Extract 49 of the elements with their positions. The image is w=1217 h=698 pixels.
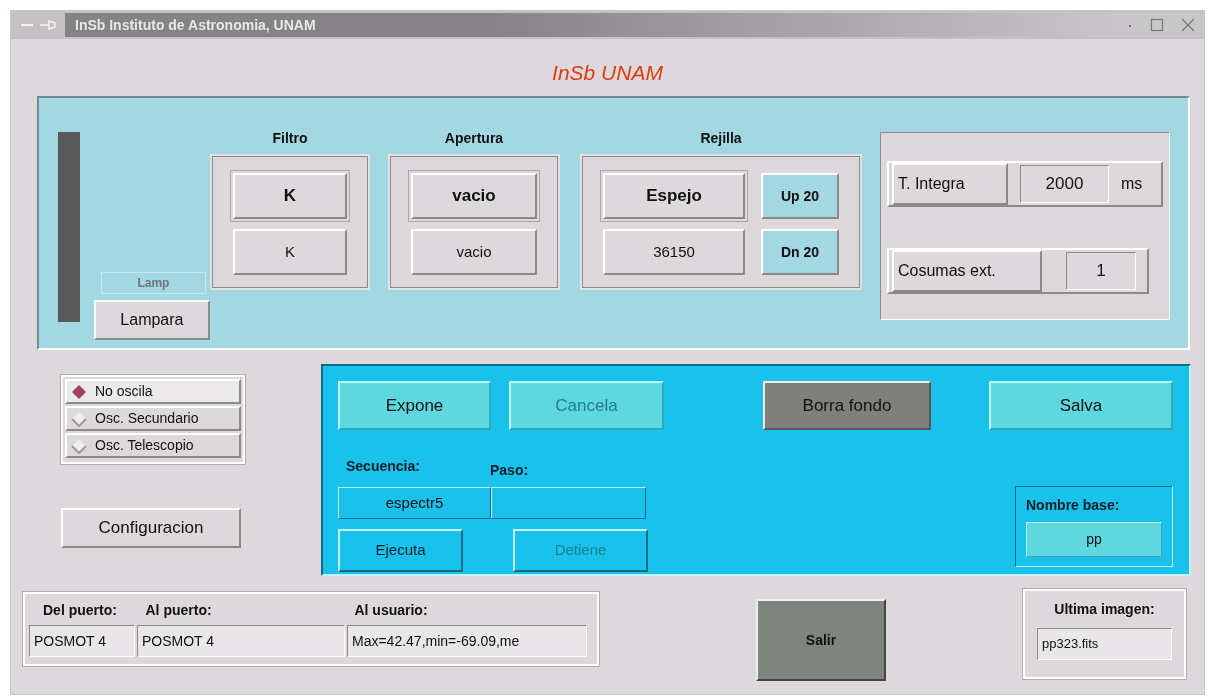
close-icon[interactable] [1180, 17, 1196, 33]
base-name-label: Nombre base: [1026, 496, 1121, 515]
position-button[interactable]: vacio [411, 229, 537, 275]
exit-button[interactable]: Salir [756, 599, 886, 681]
selector-button[interactable]: K [233, 173, 347, 219]
window-title: InSb Instituto de Astronomia, UNAM [65, 13, 1118, 37]
status-field[interactable]: POSMOT 4 [137, 625, 345, 657]
status-field[interactable]: Max=42.47,min=-69.09,me [347, 625, 587, 657]
radio-icon[interactable] [71, 437, 87, 454]
app-heading: InSb UNAM [551, 60, 664, 86]
radio-selected-icon[interactable] [71, 383, 87, 400]
option-label: Osc. Telescopio [95, 436, 194, 455]
status-label: Del puerto: [43, 601, 118, 620]
status-field[interactable]: POSMOT 4 [29, 625, 135, 657]
sequence-button[interactable]: Ejecuta [338, 529, 463, 572]
status-label: Al usuario: [354, 601, 429, 620]
option-label: Osc. Secundario [95, 409, 199, 428]
selector-button[interactable]: vacio [411, 173, 537, 219]
sequence-label: Secuencia: [345, 457, 421, 476]
group-label: Apertura [443, 129, 505, 148]
status-label: Al puerto: [145, 601, 213, 620]
action-button[interactable]: Expone [338, 381, 491, 430]
group-label: Rejilla [699, 129, 743, 148]
action-button[interactable]: Salva [989, 381, 1173, 430]
setting-button[interactable]: Cosumas ext. [892, 250, 1042, 292]
maximize-icon[interactable] [1150, 18, 1164, 32]
setting-button[interactable]: T. Integra [892, 163, 1008, 205]
sequence-field[interactable]: espectr5 [338, 487, 491, 519]
last-image-field[interactable]: pp323.fits [1037, 628, 1172, 660]
pin-icon[interactable] [39, 18, 59, 32]
option-label: No oscila [95, 382, 153, 401]
position-button[interactable]: 36150 [603, 229, 745, 275]
position-button[interactable]: K [233, 229, 347, 275]
value-field[interactable]: 2000 [1020, 165, 1109, 203]
configuration-button[interactable]: Configuracion [61, 508, 241, 548]
step-button[interactable]: Dn 20 [761, 229, 839, 275]
group-label: Filtro [271, 129, 309, 148]
unit-label: ms [1121, 174, 1143, 194]
radio-icon[interactable] [71, 410, 87, 427]
last-image-label: Ultima imagen: [1053, 600, 1156, 619]
step-label: Paso: [490, 461, 529, 480]
selector-button[interactable]: Espejo [603, 173, 745, 219]
step-field[interactable] [491, 487, 646, 519]
base-name-field[interactable]: pp [1026, 522, 1162, 557]
value-field[interactable]: 1 [1066, 252, 1136, 290]
step-button[interactable]: Up 20 [761, 173, 839, 219]
lamp-button[interactable]: Lampara [93, 300, 210, 340]
action-button[interactable]: Borra fondo [763, 381, 931, 430]
lamp-label: Lamp [100, 272, 206, 294]
